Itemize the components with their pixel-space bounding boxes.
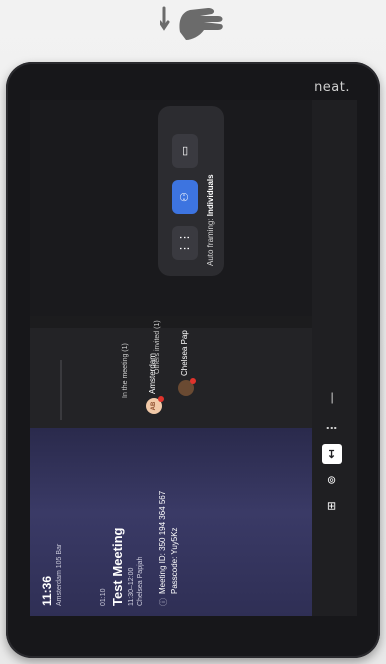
grid-icon[interactable]: ⊞ [322,496,342,516]
rotated-ui: 11:36 Amsterdam 105 Bar 01:10 Test Meeti… [30,100,357,616]
brand-logo: neat. [314,80,350,95]
meeting-title: Test Meeting [110,527,125,607]
minus-icon[interactable]: — [322,388,342,408]
meeting-passcode: Passcode: Yuy5Kz [170,527,179,594]
meeting-id: Meeting ID: 350 194 364 567 [158,490,167,594]
framing-caption-value: Individuals [206,174,215,217]
speaker-framing-icon[interactable]: ▭ [172,134,198,168]
share-icon[interactable]: ⊚ [322,470,342,490]
screen: 11:36 Amsterdam 105 Bar 01:10 Test Meeti… [30,100,357,616]
status-dot [190,378,196,384]
meeting-index: 01:10 [100,588,107,606]
in-meeting-heading: In the meeting (1) [122,343,129,398]
framing-caption: Auto framing: Individuals [206,174,215,266]
toolbar [312,100,357,616]
participants-panel [30,328,312,428]
leave-icon[interactable]: ↤ [322,444,342,464]
meeting-time-range: 11:30–12:00 [128,567,135,606]
participant-name[interactable]: Chelsea Pap [180,330,189,376]
meeting-host: Chelsea Papjah [137,556,144,606]
others-invited-heading: Others invited (1) [154,320,161,374]
group-framing-icon[interactable]: ⋮⋮ [172,226,198,260]
divider [60,360,62,420]
framing-caption-prefix: Auto framing: [206,218,215,266]
clock: 11:36 [40,575,54,606]
individuals-framing-icon[interactable]: ⚇ [172,180,198,214]
info-icon: ⓘ [159,598,168,606]
room-name: Amsterdam 105 Bar [56,543,63,606]
more-icon[interactable]: ⋮ [322,418,342,438]
status-dot [158,396,164,402]
swipe-down-hand-icon [160,6,223,40]
